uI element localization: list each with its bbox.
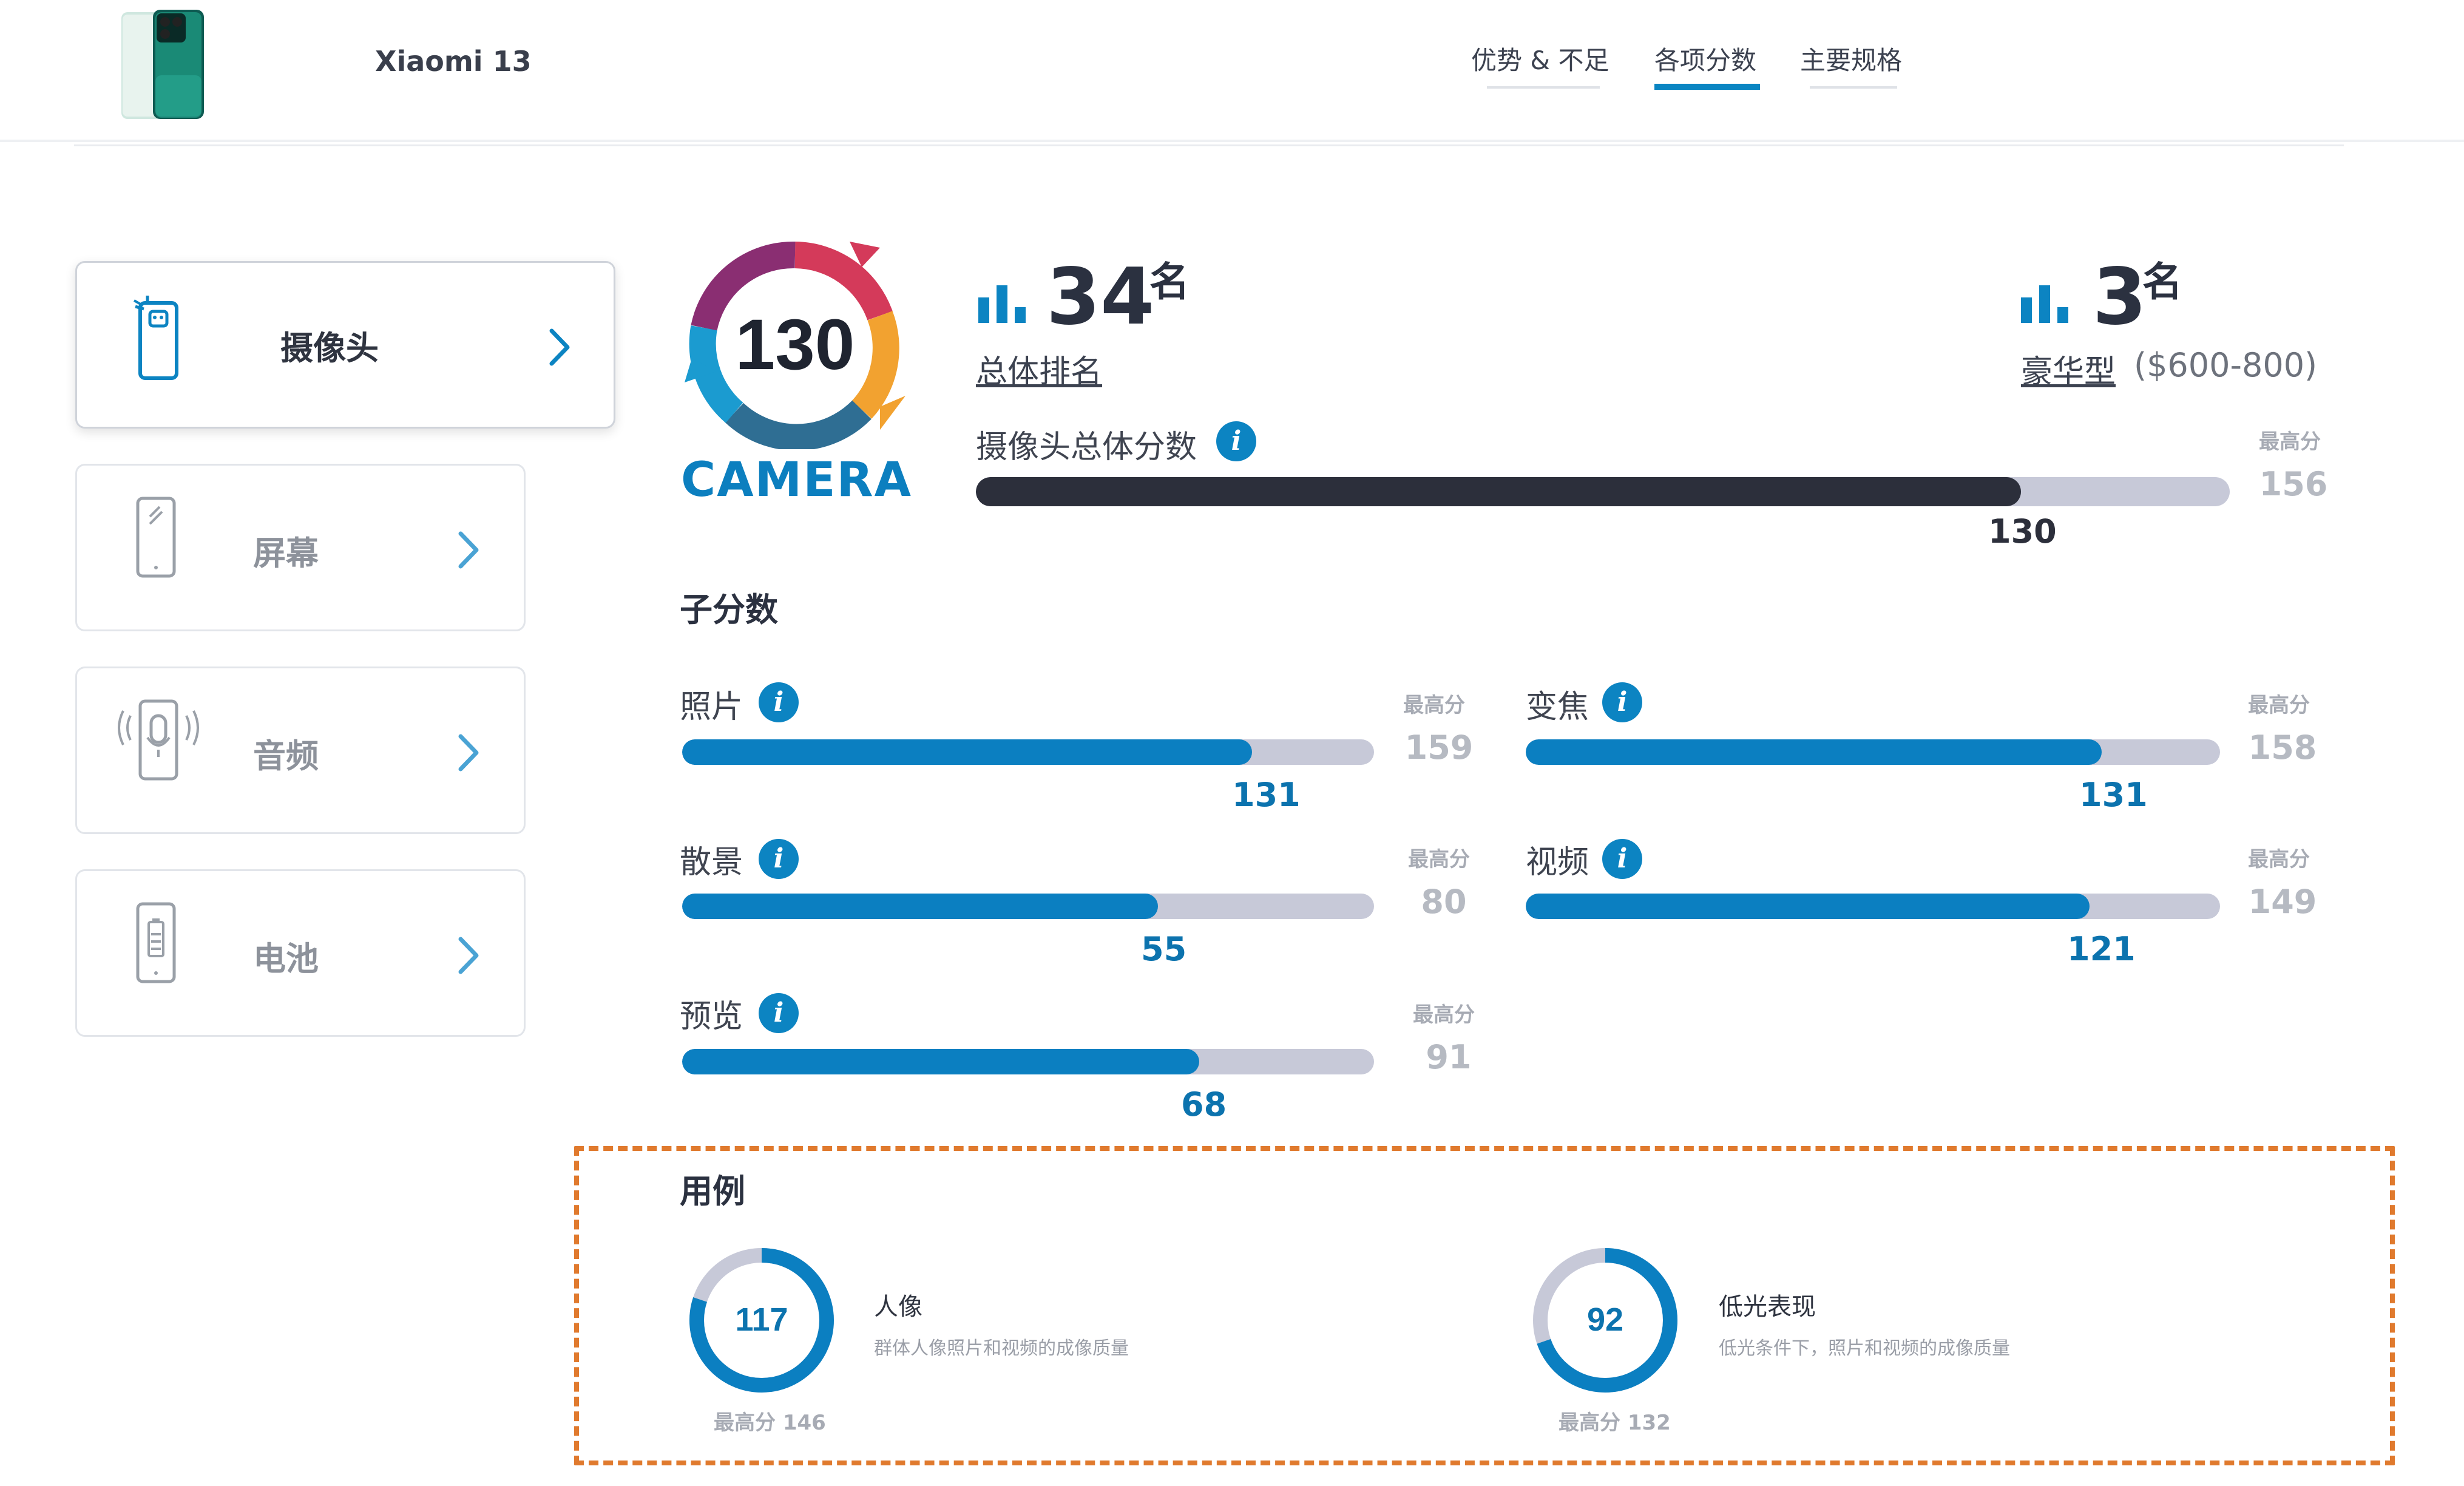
camera-phone-icon [134, 296, 178, 380]
max-score-caption: 最高分 [1413, 1003, 1475, 1027]
info-icon[interactable]: i [1602, 682, 1642, 722]
sidebar-item-camera[interactable]: 摄像头 [75, 261, 615, 429]
info-icon[interactable]: i [759, 682, 799, 722]
total-score-bar-fill [976, 477, 2021, 506]
subscore-label: 变焦 [1526, 689, 1589, 725]
use-cases-highlight-frame [574, 1146, 2395, 1465]
chevron-right-icon [458, 531, 479, 569]
camera-score-value: 130 [736, 305, 855, 385]
segment-rank-link[interactable]: 豪华型 [2021, 346, 2116, 392]
max-score-value: 149 [2248, 883, 2317, 921]
subscore-label: 视频 [1526, 844, 1589, 881]
use-case-description: 群体人像照片和视频的成像质量 [874, 1338, 1129, 1359]
subscore-value: 131 [2079, 776, 2148, 814]
subscore-label: 照片 [680, 689, 743, 725]
sidebar-item-audio[interactable]: 音频 [75, 667, 526, 834]
use-case-title: 低光表现 [1719, 1293, 1816, 1321]
segment-price-range: ($600-800) [2134, 346, 2318, 384]
max-score-caption: 最高分 [2248, 693, 2310, 718]
rank-bars-icon [978, 285, 1026, 323]
chevron-right-icon [458, 937, 479, 974]
segment-rank-suffix: 名 [2142, 259, 2182, 305]
overall-rank-link[interactable]: 总体排名 [976, 346, 1102, 392]
use-cases-title: 用例 [680, 1172, 745, 1210]
subscore-label: 预览 [680, 999, 743, 1035]
subscore-value: 131 [1232, 776, 1301, 814]
max-score-value: 91 [1426, 1038, 1472, 1076]
sidebar-item-label: 电池 [253, 940, 319, 978]
subscore-bar-fill [1526, 739, 2102, 765]
overall-rank-suffix: 名 [1149, 259, 1190, 305]
max-score-caption: 最高分 [2259, 430, 2321, 454]
top-header [0, 0, 2464, 142]
total-score-value: 130 [1988, 512, 2057, 551]
low-light-score-ring: 92 [1533, 1248, 1677, 1393]
total-score-label: 摄像头总体分数 [976, 429, 1197, 466]
sidebar-item-screen[interactable]: 屏幕 [75, 464, 526, 631]
max-score-caption: 最高分 [2248, 847, 2310, 872]
sidebar-item-label: 摄像头 [280, 329, 379, 367]
device-name: Xiaomi 13 [375, 45, 532, 78]
camera-score-badge: 130 [685, 241, 905, 449]
max-score-caption: 最高分 [1408, 847, 1470, 872]
max-score-caption: 最高分 [1403, 693, 1465, 718]
segment-rank-number: 3 [2093, 252, 2147, 342]
battery-phone-icon [136, 902, 176, 983]
total-score-bar [976, 477, 2230, 506]
info-icon[interactable]: i [1602, 839, 1642, 879]
max-score-value: 80 [1421, 883, 1467, 921]
use-case-description: 低光条件下，照片和视频的成像质量 [1719, 1338, 2010, 1359]
use-case-title: 人像 [874, 1293, 922, 1321]
sidebar-item-battery[interactable]: 电池 [75, 869, 526, 1037]
subscore-value: 68 [1181, 1085, 1227, 1124]
overall-rank-number: 34 [1046, 252, 1155, 342]
sidebar-item-label: 音频 [253, 737, 319, 775]
subscore-bar-fill [682, 1049, 1199, 1074]
camera-label: CAMERA [681, 453, 912, 507]
subscore-bar [682, 1049, 1374, 1074]
portrait-score-value: 117 [735, 1301, 788, 1338]
tab-specs-underline [1810, 86, 1897, 89]
subscore-bar [682, 739, 1374, 765]
subscore-bar [1526, 894, 2220, 919]
phone-thumbnail [121, 10, 204, 119]
use-case-max: 最高分 146 [714, 1411, 826, 1435]
use-case-max: 最高分 132 [1559, 1411, 1671, 1435]
subscores-title: 子分数 [680, 591, 778, 629]
subscore-bar-fill [682, 894, 1158, 919]
tab-specs[interactable]: 主要规格 [1800, 40, 1902, 77]
info-icon[interactable]: i [759, 839, 799, 879]
header-divider [74, 144, 2344, 146]
subscore-bar-fill [1526, 894, 2090, 919]
subscore-value: 55 [1141, 930, 1187, 968]
info-icon[interactable]: i [1216, 421, 1256, 461]
subscore-bar-fill [682, 739, 1253, 765]
max-score-value: 159 [1404, 728, 1474, 767]
audio-phone-icon [118, 699, 199, 781]
subscore-bar [682, 894, 1374, 919]
subscore-value: 121 [2067, 930, 2136, 968]
tab-pros-cons[interactable]: 优势 & 不足 [1471, 40, 1609, 77]
chevron-right-icon [458, 734, 479, 772]
subscore-label: 散景 [680, 844, 743, 881]
screen-phone-icon [136, 497, 176, 578]
max-score-value: 156 [2259, 465, 2328, 503]
rank-bars-icon [2021, 285, 2068, 323]
max-score-value: 158 [2248, 728, 2317, 767]
tab-scores-underline [1654, 84, 1760, 90]
info-icon[interactable]: i [759, 993, 799, 1033]
tab-pros-cons-underline [1487, 86, 1600, 89]
portrait-score-ring: 117 [689, 1248, 834, 1393]
chevron-right-icon [549, 328, 570, 366]
sidebar-item-label: 屏幕 [253, 534, 319, 572]
tab-scores[interactable]: 各项分数 [1654, 40, 1756, 77]
low-light-score-value: 92 [1587, 1301, 1623, 1338]
subscore-bar [1526, 739, 2220, 765]
